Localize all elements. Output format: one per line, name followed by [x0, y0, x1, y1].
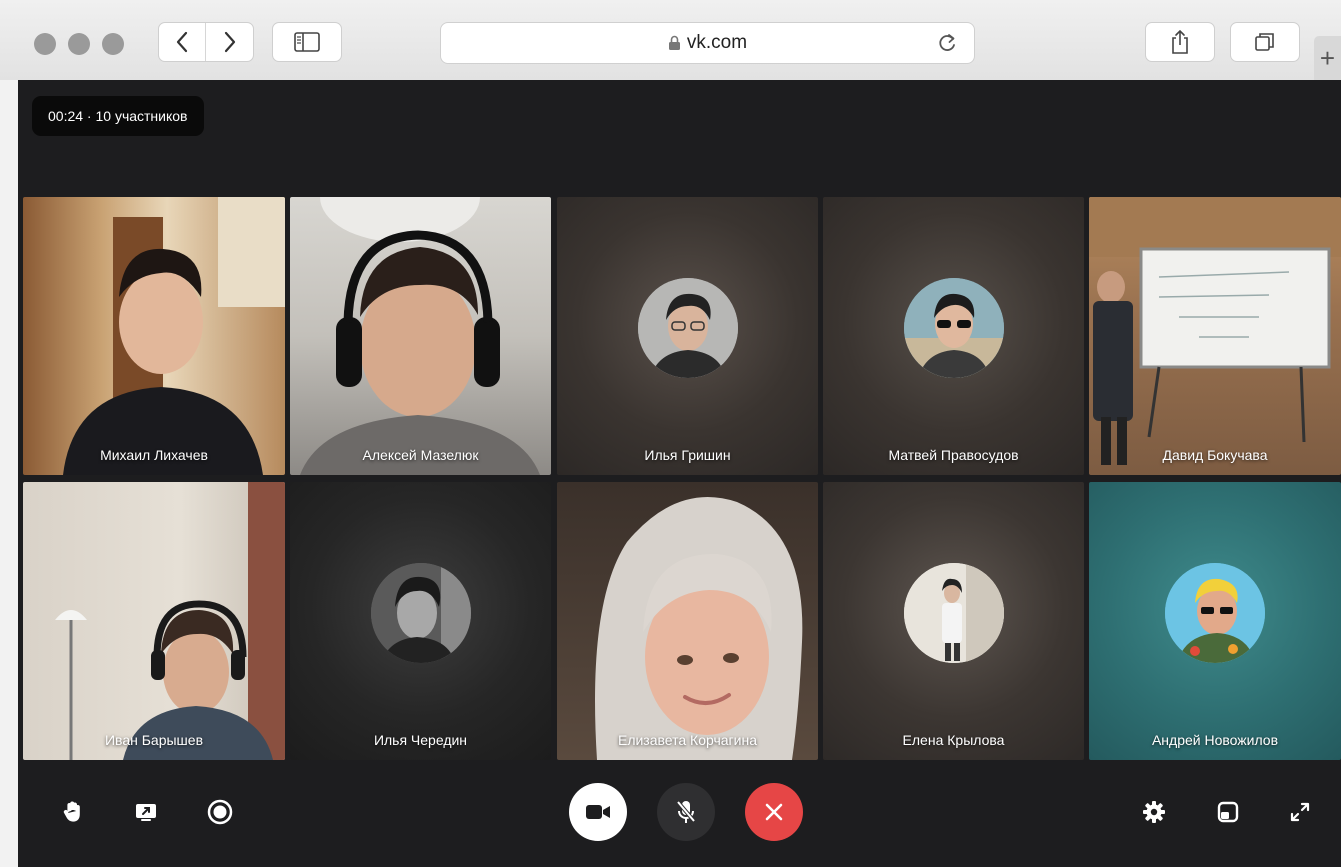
navigation-buttons — [158, 22, 254, 62]
participant-tile[interactable]: Елизавета Корчагина — [557, 482, 818, 760]
back-button[interactable] — [159, 23, 207, 61]
window-controls — [34, 33, 124, 55]
participant-video — [63, 197, 285, 475]
participant-avatar — [1165, 563, 1265, 663]
browser-toolbar: vk.com + — [0, 0, 1341, 80]
camera-toggle-button[interactable] — [569, 783, 627, 841]
microphone-toggle-button[interactable] — [657, 783, 715, 841]
participant-name: Елизавета Корчагина — [617, 732, 757, 748]
screen-share-icon — [136, 804, 156, 821]
participant-tile[interactable]: Давид Бокучава — [1089, 197, 1341, 475]
reload-button[interactable] — [936, 32, 958, 59]
participant-name: Алексей Мазелюк — [362, 447, 479, 463]
avatar-image — [370, 563, 471, 663]
record-button[interactable] — [205, 797, 235, 827]
end-call-icon — [765, 803, 783, 821]
participant-name: Михаил Лихачев — [100, 447, 208, 463]
participant-video — [300, 197, 540, 475]
tab-overview-button[interactable] — [1230, 22, 1300, 62]
settings-button[interactable] — [1139, 797, 1169, 827]
lock-icon — [668, 35, 680, 50]
minimize-window-button[interactable] — [68, 33, 90, 55]
sidebar-toggle-button[interactable] — [272, 22, 342, 62]
share-icon — [1172, 29, 1188, 54]
participant-name: Давид Бокучава — [1162, 447, 1268, 463]
fullscreen-icon — [1290, 802, 1310, 822]
participant-name: Андрей Новожилов — [1151, 732, 1279, 748]
participant-tile[interactable]: Илья Чередин — [290, 482, 551, 760]
participant-tile[interactable]: Матвей Правосудов — [823, 197, 1084, 475]
fullscreen-button[interactable] — [1285, 797, 1315, 827]
participant-tile[interactable]: Иван Барышев — [23, 482, 285, 760]
avatar-image — [637, 278, 738, 378]
participant-video — [55, 482, 285, 760]
participant-name: Илья Гришин — [644, 447, 731, 463]
address-bar[interactable]: vk.com — [440, 22, 975, 64]
chevron-right-icon — [224, 31, 235, 53]
forward-button[interactable] — [206, 23, 253, 61]
sidebar-icon — [294, 32, 320, 52]
close-window-button[interactable] — [34, 33, 56, 55]
participant-tile[interactable]: Илья Гришин — [557, 197, 818, 475]
layout-toggle-button[interactable] — [1213, 797, 1243, 827]
participant-tile[interactable]: Андрей Новожилов — [1089, 482, 1341, 760]
participant-avatar — [903, 278, 1004, 378]
participant-tile[interactable]: Михаил Лихачев — [23, 197, 285, 475]
participant-video — [1089, 197, 1341, 465]
avatar-image — [903, 563, 1004, 663]
address-url: vk.com — [686, 32, 748, 53]
record-icon — [207, 799, 233, 825]
raise-hand-button[interactable] — [58, 797, 88, 827]
avatar-image — [1165, 563, 1265, 663]
video-call-window: 00:24 · 10 участников Михаил Лихачев Але… — [18, 80, 1341, 867]
screen-share-button[interactable] — [131, 797, 161, 827]
chevron-left-icon — [176, 31, 188, 53]
new-tab-button[interactable]: + — [1314, 36, 1341, 80]
participant-name: Илья Чередин — [373, 732, 468, 748]
layout-icon — [1217, 801, 1239, 823]
call-status-badge: 00:24 · 10 участников — [32, 96, 204, 136]
reload-icon — [939, 34, 955, 51]
participant-name: Иван Барышев — [104, 732, 204, 748]
zoom-window-button[interactable] — [102, 33, 124, 55]
avatar-image — [903, 278, 1004, 378]
participant-name: Матвей Правосудов — [888, 447, 1019, 463]
participant-avatar — [637, 278, 738, 378]
participant-video — [595, 497, 803, 760]
participant-avatar — [903, 563, 1004, 663]
camera-icon — [586, 805, 610, 819]
participant-name: Елена Крылова — [902, 732, 1005, 748]
settings-gear-icon — [1143, 801, 1165, 823]
share-button[interactable] — [1145, 22, 1215, 62]
end-call-button[interactable] — [745, 783, 803, 841]
mic-off-icon — [676, 800, 696, 823]
participant-tile[interactable]: Алексей Мазелюк — [290, 197, 551, 475]
participant-tile[interactable]: Елена Крылова — [823, 482, 1084, 760]
tabs-icon — [1255, 33, 1274, 51]
raise-hand-icon — [63, 801, 80, 822]
participant-avatar — [370, 563, 471, 663]
